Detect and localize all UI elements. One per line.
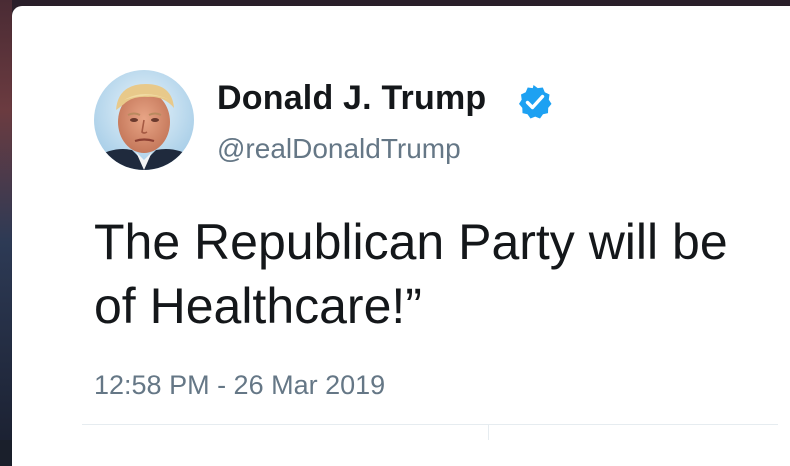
stats-separator [488,424,489,440]
profile-photo-icon [94,70,194,170]
author-display-name[interactable]: Donald J. Trump [217,79,486,118]
author-avatar[interactable] [94,70,194,170]
author-handle[interactable]: @realDonaldTrump [217,133,461,165]
background-edge [0,0,12,440]
tweet-text-line-2: of Healthcare!” [94,278,422,334]
tweet-stats-divider [82,424,778,425]
tweet-text: The Republican Party will be of Healthca… [94,210,790,338]
tweet-timestamp[interactable]: 12:58 PM - 26 Mar 2019 [94,370,385,401]
tweet-card: Donald J. Trump @realDonaldTrump The Rep… [12,6,790,466]
tweet-text-line-1: The Republican Party will be [94,214,728,270]
verified-badge-icon [519,85,552,119]
